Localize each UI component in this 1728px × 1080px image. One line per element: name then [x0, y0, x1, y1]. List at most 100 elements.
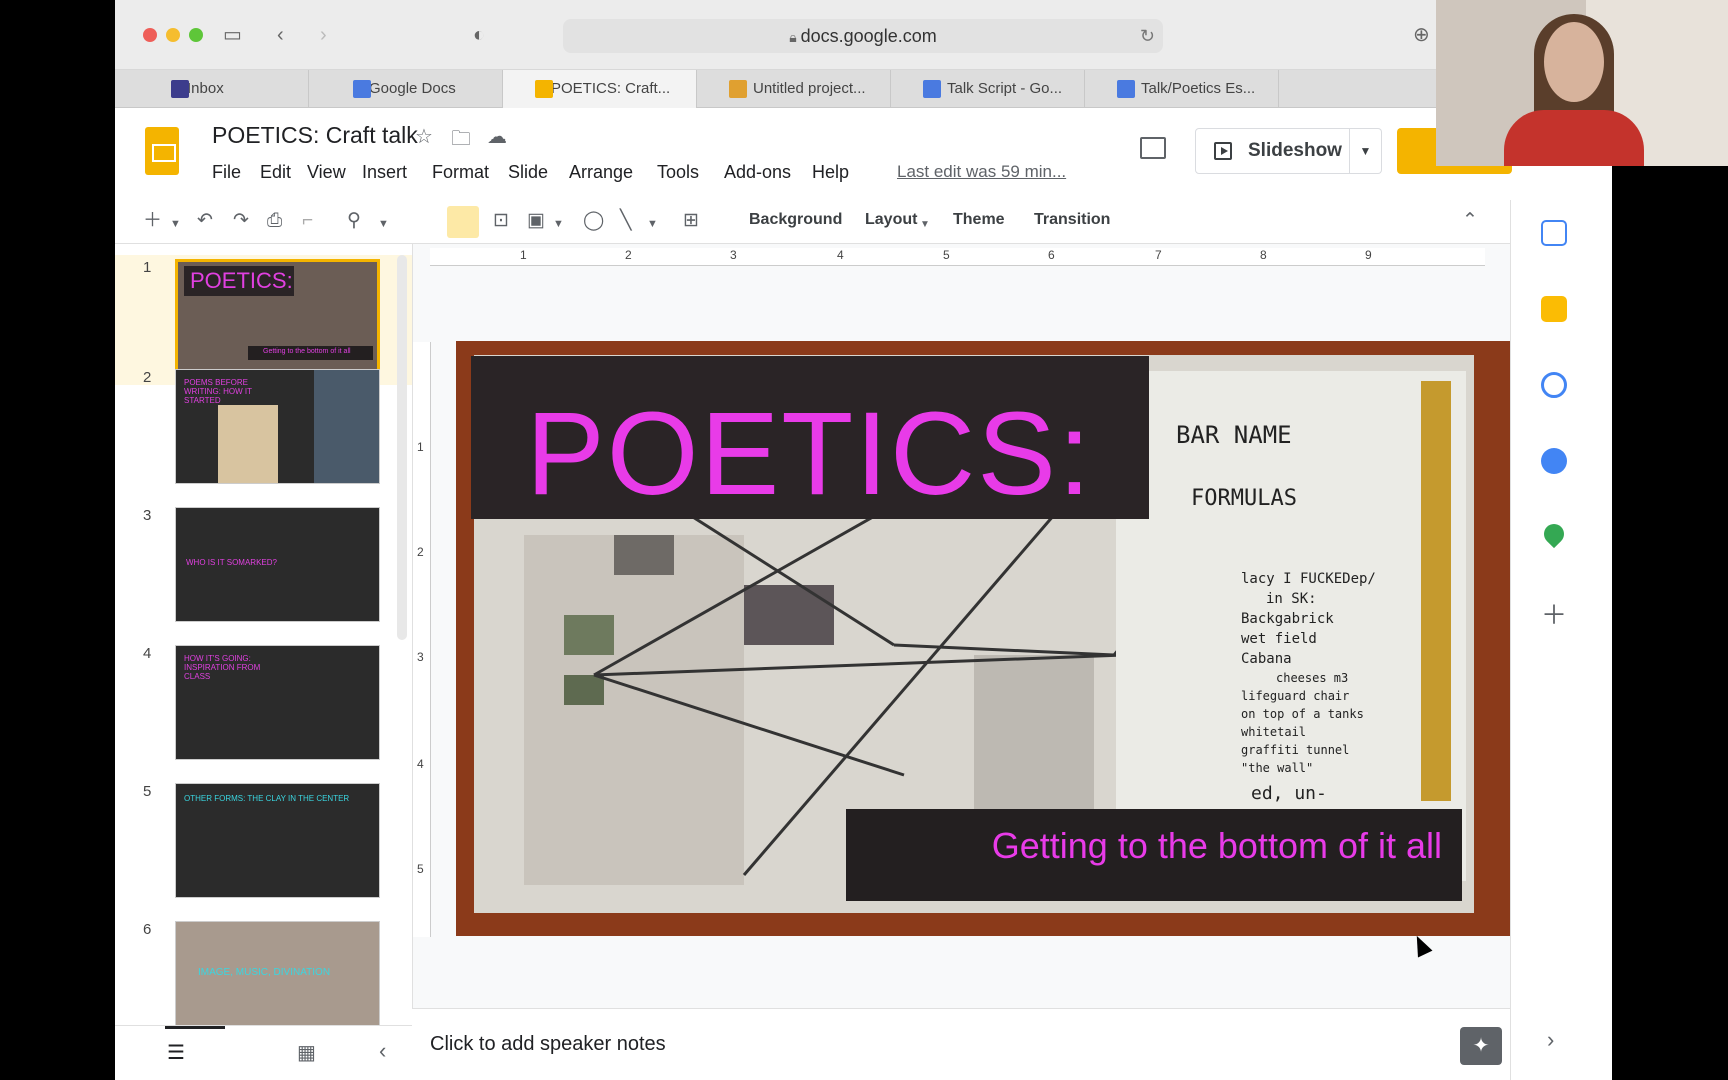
tasks-icon[interactable]	[1541, 372, 1567, 398]
tab-label: Talk/Poetics Es...	[1141, 80, 1256, 97]
filmstrip-scrollbar[interactable]	[397, 255, 407, 640]
side-panel: ＋ ›	[1510, 200, 1612, 1080]
get-addons-icon[interactable]: ＋	[1541, 595, 1567, 632]
menu-slide[interactable]: Slide	[508, 162, 548, 183]
slide-thumbnail-1[interactable]: POETICS: Getting to the bottom of it all	[175, 259, 380, 374]
speaker-notes[interactable]: Click to add speaker notes	[412, 1008, 1510, 1080]
undo-icon[interactable]: ↶	[197, 208, 213, 234]
maximize-window-button[interactable]	[189, 28, 203, 42]
sidebar-toggle-icon[interactable]: ▭	[223, 20, 242, 50]
comments-icon[interactable]	[1140, 137, 1166, 159]
cloud-saved-icon[interactable]: ☁︎	[487, 124, 507, 149]
handwritten-text: in SK:	[1266, 591, 1317, 607]
ruler-number: 5	[943, 248, 950, 262]
ruler-number: 8	[1260, 248, 1267, 262]
theme-button[interactable]: Theme	[953, 211, 1005, 229]
document-title[interactable]: POETICS: Craft talk	[212, 122, 418, 149]
forward-icon[interactable]: ›	[320, 20, 327, 50]
redo-icon[interactable]: ↷	[233, 208, 249, 234]
slide-filmstrip[interactable]: 1 POETICS: Getting to the bottom of it a…	[115, 255, 412, 1025]
contacts-icon[interactable]	[1541, 448, 1567, 474]
slide-thumbnail-2[interactable]: POEMS BEFORE WRITING: HOW IT STARTED	[175, 369, 380, 484]
new-slide-dropdown-icon[interactable]: ▼	[170, 211, 181, 237]
handwritten-text: BAR NAME	[1176, 421, 1292, 449]
slide-thumbnail-4[interactable]: HOW IT'S GOING: INSPIRATION FROM CLASS	[175, 645, 380, 760]
menu-insert[interactable]: Insert	[362, 162, 407, 183]
zoom-dropdown-icon[interactable]: ▼	[378, 211, 389, 237]
paint-format-icon[interactable]: ⌐	[302, 208, 313, 234]
menu-file[interactable]: File	[212, 162, 241, 183]
move-folder-icon[interactable]: 🗀︎	[451, 124, 471, 158]
menu-tools[interactable]: Tools	[657, 162, 699, 183]
horizontal-ruler[interactable]: 1 2 3 4 5 6 7 8 9	[430, 248, 1485, 266]
expand-panel-icon[interactable]: ›	[1547, 1027, 1554, 1053]
menu-view[interactable]: View	[307, 162, 346, 183]
text-box-icon[interactable]: ⊡	[493, 208, 509, 234]
address-bar[interactable]: 🔒︎ docs.google.com ↻	[563, 19, 1163, 53]
menu-help[interactable]: Help	[812, 162, 849, 183]
slide-title-box[interactable]: POETICS:	[471, 356, 1149, 520]
close-window-button[interactable]	[143, 28, 157, 42]
slides-icon	[535, 80, 553, 98]
menu-edit[interactable]: Edit	[260, 162, 291, 183]
webcam-person-face	[1544, 22, 1604, 102]
tab-untitled-project[interactable]: Untitled project...	[697, 70, 891, 108]
ruler-number: 3	[417, 650, 424, 664]
downloads-icon[interactable]: ⊕	[1413, 20, 1430, 50]
toolbar: ＋ ▼ ↶ ↷ ⎙ ⌐ ⚲ ▼ ➤ ⊡ ▣ ▼ ◯ ╲ ▼ ⊞ Backgrou…	[115, 200, 1510, 244]
tab-inbox[interactable]: Inbox	[115, 70, 309, 108]
calendar-icon[interactable]	[1541, 220, 1567, 246]
reload-icon[interactable]: ↻	[1140, 19, 1155, 53]
add-comment-icon[interactable]: ⊞	[683, 208, 699, 234]
tab-talk-poetics[interactable]: Talk/Poetics Es...	[1085, 70, 1279, 108]
menu-arrange[interactable]: Arrange	[569, 162, 633, 183]
menu-format[interactable]: Format	[432, 162, 489, 183]
tab-label: Talk Script - Go...	[947, 80, 1063, 97]
image-icon[interactable]: ▣	[527, 208, 545, 234]
slides-logo-icon[interactable]	[145, 127, 179, 175]
layout-button[interactable]: Layout	[865, 211, 917, 229]
line-dropdown-icon[interactable]: ▼	[647, 211, 658, 237]
shield-icon[interactable]: ◐	[473, 20, 485, 50]
transition-button[interactable]: Transition	[1034, 211, 1110, 229]
maps-icon[interactable]	[1539, 519, 1569, 549]
last-edit-link[interactable]: Last edit was 59 min...	[897, 162, 1066, 182]
tab-poetics[interactable]: POETICS: Craft...	[503, 70, 697, 108]
layout-dropdown-icon[interactable]: ▼	[920, 212, 930, 238]
slide-subtitle-box[interactable]: Getting to the bottom of it all	[846, 809, 1462, 901]
slide-thumbnail-6[interactable]: IMAGE, MUSIC, DIVINATION	[175, 921, 380, 1025]
explore-icon[interactable]: ✦	[1460, 1027, 1502, 1065]
slide-thumbnail-5[interactable]: OTHER FORMS: THE CLAY IN THE CENTER	[175, 783, 380, 898]
menu-addons[interactable]: Add-ons	[724, 162, 791, 183]
handwritten-text: wet field	[1241, 631, 1317, 647]
thumb-title: HOW IT'S GOING: INSPIRATION FROM CLASS	[184, 654, 261, 681]
slideshow-dropdown-icon[interactable]: ▼	[1350, 128, 1382, 174]
handwritten-text: Backgabrick	[1241, 611, 1334, 627]
filmstrip-view-icon[interactable]: ☰	[167, 1040, 185, 1065]
star-icon[interactable]: ☆	[415, 124, 433, 149]
handwritten-text: lacy I FUCKEDep/	[1241, 571, 1376, 587]
ruler-number: 2	[625, 248, 632, 262]
minimize-window-button[interactable]	[166, 28, 180, 42]
background-button[interactable]: Background	[749, 211, 842, 229]
grid-view-icon[interactable]: ▦	[297, 1040, 316, 1065]
collapse-toolbar-icon[interactable]: ⌃	[1462, 208, 1478, 234]
zoom-icon[interactable]: ⚲	[347, 208, 361, 234]
ruler-number: 7	[1155, 248, 1162, 262]
shape-icon[interactable]: ◯	[583, 208, 604, 234]
slide-thumbnail-3[interactable]: WHO IS IT SOMARKED?	[175, 507, 380, 622]
tab-talk-script[interactable]: Talk Script - Go...	[891, 70, 1085, 108]
keep-icon[interactable]	[1541, 296, 1567, 322]
new-slide-icon[interactable]: ＋	[143, 208, 162, 234]
vertical-ruler[interactable]: 1 2 3 4 5	[413, 342, 431, 937]
back-icon[interactable]: ‹	[277, 20, 284, 50]
collapse-panel-icon[interactable]: ‹	[379, 1038, 386, 1064]
tab-google-docs[interactable]: Google Docs	[309, 70, 503, 108]
print-icon[interactable]: ⎙	[267, 208, 282, 234]
handwritten-text: FORMULAS	[1191, 486, 1297, 511]
image-dropdown-icon[interactable]: ▼	[553, 211, 564, 237]
slideshow-button[interactable]: Slideshow	[1195, 128, 1350, 174]
line-icon[interactable]: ╲	[620, 208, 631, 234]
current-slide[interactable]: BAR NAME FORMULAS lacy I FUCKEDep/ in SK…	[456, 341, 1514, 936]
docs-icon	[353, 80, 371, 98]
